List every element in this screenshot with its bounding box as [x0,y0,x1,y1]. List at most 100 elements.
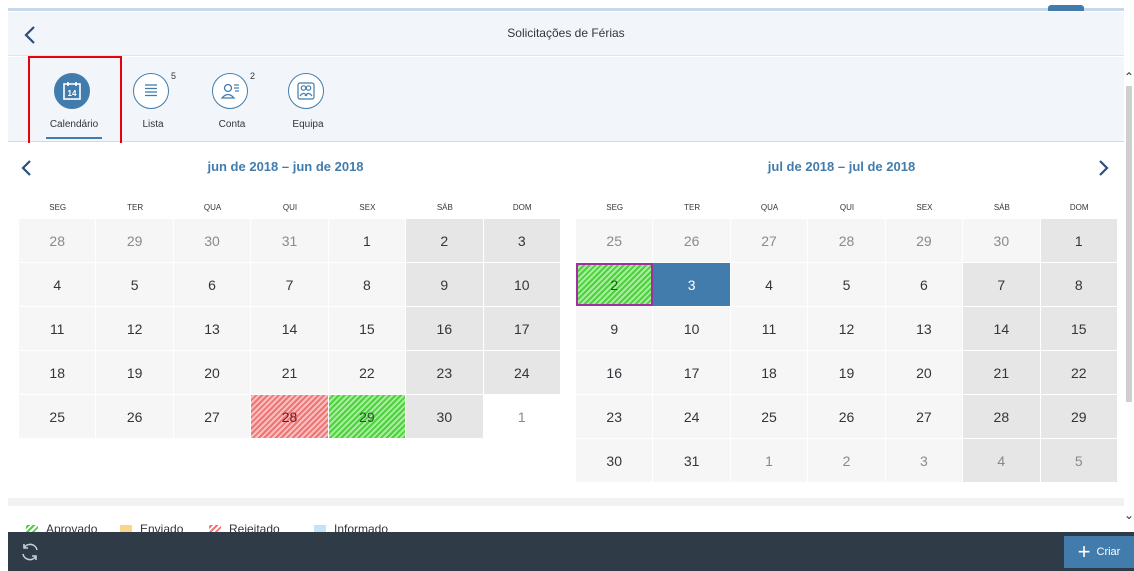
calendar-day[interactable]: 22 [1040,351,1118,394]
calendar-day[interactable]: 16 [406,307,484,350]
calendar-day[interactable]: 23 [406,351,484,394]
calendar-day[interactable]: 21 [251,351,329,394]
calendar-day[interactable]: 30 [406,395,484,438]
calendar-day[interactable]: 17 [483,307,561,350]
calendar-day[interactable]: 2 [576,263,654,306]
calendar-day[interactable]: 5 [96,263,174,306]
refresh-button[interactable] [18,540,42,564]
calendar-day[interactable]: 4 [730,263,809,306]
calendar-day[interactable]: 1 [483,395,561,438]
calendar-day[interactable]: 26 [653,219,731,262]
calendar-day[interactable]: 31 [653,439,731,482]
calendar-day[interactable]: 4 [963,439,1041,482]
calendar-day[interactable]: 7 [251,263,329,306]
calendar-icon-day: 14 [68,89,77,98]
calendar-day[interactable]: 15 [328,307,407,350]
tab-account[interactable]: 2 Conta [194,69,270,141]
calendar-day[interactable]: 6 [885,263,964,306]
calendar-day[interactable]: 19 [96,351,174,394]
calendar-day[interactable]: 11 [19,307,97,350]
scroll-up-icon[interactable]: ⌃ [1124,70,1134,84]
calendar-day[interactable]: 25 [19,395,97,438]
calendar-day[interactable]: 1 [1040,219,1118,262]
calendar-day[interactable]: 24 [653,395,731,438]
scrollbar-thumb[interactable] [1126,86,1132,402]
weekday-label: QUI [839,203,855,212]
calendar-day[interactable]: 30 [576,439,654,482]
top-divider [8,8,1124,11]
calendar-day[interactable]: 9 [576,307,654,350]
person-list-icon [212,73,248,109]
calendar-day[interactable]: 1 [328,219,407,262]
calendar-day[interactable]: 9 [406,263,484,306]
tab-team-label: Equipa [292,119,324,130]
calendar-day[interactable]: 29 [96,219,174,262]
calendar-day[interactable]: 20 [885,351,964,394]
week-row: 23 24 25 26 27 28 29 [576,395,1118,439]
calendar-day[interactable]: 26 [96,395,174,438]
tab-team[interactable]: Equipa [270,69,346,141]
calendar-day[interactable]: 21 [963,351,1041,394]
calendar-day[interactable]: 17 [653,351,731,394]
calendar-day[interactable]: 27 [885,395,964,438]
calendar-day[interactable]: 7 [963,263,1041,306]
calendar-day[interactable]: 20 [173,351,252,394]
calendar-day[interactable]: 13 [173,307,252,350]
calendar-day[interactable]: 29 [1040,395,1118,438]
calendar-day[interactable]: 18 [730,351,809,394]
calendar-day[interactable]: 18 [19,351,97,394]
calendar-day[interactable]: 30 [173,219,252,262]
calendar-day[interactable]: 10 [653,307,731,350]
calendar-day[interactable]: 3 [653,263,731,306]
calendar-day[interactable]: 22 [328,351,407,394]
calendar-day[interactable]: 25 [576,219,654,262]
footer-toolbar: + Criar [8,532,1134,571]
calendar-day[interactable]: 2 [406,219,484,262]
weekday-label: TER [684,203,701,212]
calendar-day[interactable]: 23 [576,395,654,438]
vertical-scrollbar[interactable]: ⌃ ⌄ [1124,70,1134,532]
calendar-day[interactable]: 10 [483,263,561,306]
calendar-day[interactable]: 8 [328,263,407,306]
calendar-day[interactable]: 11 [730,307,809,350]
calendar-day[interactable]: 27 [730,219,809,262]
calendar-day[interactable]: 19 [808,351,886,394]
calendar-day[interactable]: 3 [885,439,964,482]
calendar-day[interactable]: 4 [19,263,97,306]
calendar-day[interactable]: 29 [885,219,964,262]
calendar-day[interactable]: 1 [730,439,809,482]
create-button[interactable]: + Criar [1064,536,1134,568]
calendar-day[interactable]: 15 [1040,307,1118,350]
weekday-label: TER [127,203,144,212]
calendar-day[interactable]: 14 [963,307,1041,350]
week-row: 30 31 1 2 3 4 5 [576,439,1118,483]
calendar-day[interactable]: 29 [328,395,407,438]
calendar-day[interactable]: 24 [483,351,561,394]
tab-list[interactable]: 5 Lista [115,69,191,141]
scroll-down-icon[interactable]: ⌄ [1124,508,1134,522]
calendar-day[interactable]: 31 [251,219,329,262]
calendar-day[interactable]: 16 [576,351,654,394]
calendar-day[interactable]: 27 [173,395,252,438]
calendar-day[interactable]: 12 [808,307,886,350]
calendar-day[interactable]: 8 [1040,263,1118,306]
weekday-header-row: SEG TER QUA QUI SEX SÁB DOM [576,195,1118,219]
calendar-day[interactable]: 2 [808,439,886,482]
calendar-day[interactable]: 13 [885,307,964,350]
refresh-icon [22,543,38,561]
calendar-day[interactable]: 14 [251,307,329,350]
calendar-day[interactable]: 12 [96,307,174,350]
calendar-day[interactable]: 6 [173,263,252,306]
week-row: 16 17 18 19 20 21 22 [576,351,1118,395]
calendar-day[interactable]: 28 [808,219,886,262]
calendar-day[interactable]: 28 [19,219,97,262]
calendar-day[interactable]: 28 [251,395,329,438]
calendar-day[interactable]: 3 [483,219,561,262]
calendar-day[interactable]: 5 [1040,439,1118,482]
calendar-day[interactable]: 30 [963,219,1041,262]
tab-calendar[interactable]: 14 Calendário [36,69,112,141]
calendar-day[interactable]: 26 [808,395,886,438]
calendar-day[interactable]: 5 [808,263,886,306]
calendar-day[interactable]: 28 [963,395,1041,438]
calendar-day[interactable]: 25 [730,395,809,438]
